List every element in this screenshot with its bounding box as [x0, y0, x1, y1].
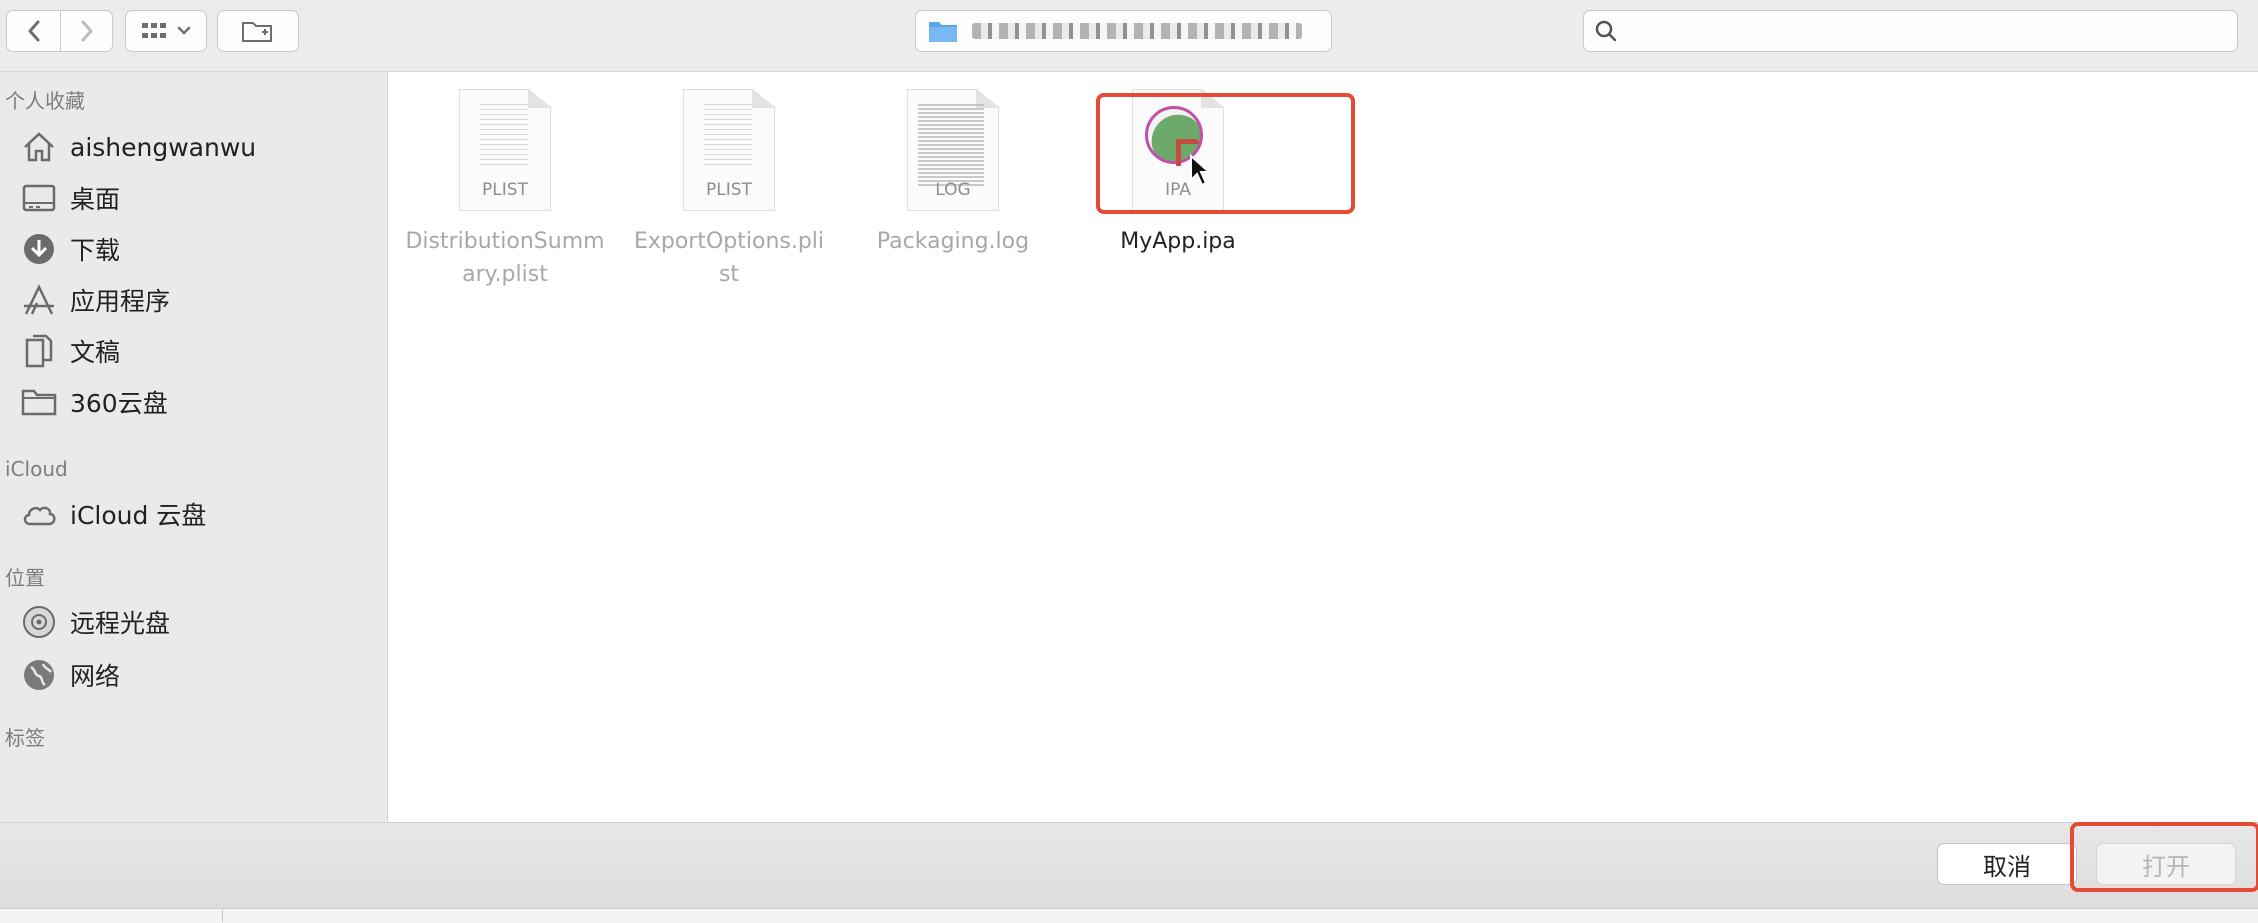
- log-document-icon: LOG: [907, 89, 999, 211]
- sidebar-item-label: 文稿: [70, 338, 121, 367]
- file-item[interactable]: PLIST ExportOptions.plist: [629, 89, 829, 291]
- grid-icon: [142, 23, 166, 38]
- sidebar-item-label: aishengwanwu: [70, 132, 257, 162]
- toolbar: [0, 0, 2258, 72]
- highlight-box-open: [2070, 822, 2258, 892]
- documents-icon: [20, 333, 58, 369]
- desktop-icon: [20, 180, 58, 216]
- sidebar-item-label: 桌面: [70, 185, 121, 214]
- disc-icon: [20, 604, 58, 640]
- sidebar-item-applications[interactable]: 应用程序: [20, 280, 170, 320]
- highlight-box-ipa: [1096, 93, 1355, 214]
- file-item[interactable]: LOG Packaging.log: [853, 89, 1053, 258]
- sidebar-item-label: 下载: [70, 236, 121, 265]
- sidebar-header-icloud: iCloud: [5, 457, 68, 481]
- file-extension-label: PLIST: [706, 180, 752, 200]
- dialog-footer: [0, 822, 2258, 922]
- chevron-left-icon: [28, 20, 39, 42]
- chevron-right-icon: [81, 20, 92, 42]
- folder-icon: [929, 22, 957, 42]
- file-name: ExportOptions.plist: [633, 229, 825, 287]
- sidebar-item-icloud-drive[interactable]: iCloud 云盘: [20, 494, 206, 534]
- applications-icon: [20, 282, 58, 318]
- download-icon: [20, 231, 58, 267]
- file-name: Packaging.log: [876, 229, 1030, 254]
- sidebar-item-documents[interactable]: 文稿: [20, 331, 120, 371]
- plist-document-icon: PLIST: [459, 89, 551, 211]
- file-name: MyApp.ipa: [1120, 229, 1236, 254]
- sidebar: 个人收藏 aishengwanwu 桌面 下载 应用程序 文稿 360云盘 iC…: [0, 72, 388, 822]
- forward-button[interactable]: [60, 10, 113, 52]
- sidebar-header-favorites: 个人收藏: [5, 89, 85, 113]
- sidebar-item-label: 360云盘: [70, 389, 168, 418]
- sidebar-item-label: 网络: [70, 662, 121, 691]
- sidebar-item-home[interactable]: aishengwanwu: [20, 127, 256, 167]
- sidebar-item-remote-disc[interactable]: 远程光盘: [20, 602, 170, 642]
- path-popup[interactable]: [915, 10, 1332, 52]
- file-name: DistributionSummary.plist: [405, 229, 605, 287]
- home-icon: [20, 129, 58, 165]
- cloud-icon: [20, 496, 58, 532]
- sidebar-item-desktop[interactable]: 桌面: [20, 178, 120, 218]
- sidebar-item-network[interactable]: 网络: [20, 655, 120, 695]
- file-item[interactable]: PLIST DistributionSummary.plist: [405, 89, 605, 291]
- search-input[interactable]: [1626, 15, 2237, 47]
- plist-document-icon: PLIST: [683, 89, 775, 211]
- file-extension-label: LOG: [935, 180, 971, 200]
- view-options-button[interactable]: [125, 10, 207, 52]
- search-field[interactable]: [1583, 10, 2238, 52]
- new-folder-button[interactable]: [217, 10, 299, 52]
- sidebar-item-label: 远程光盘: [70, 609, 171, 638]
- sidebar-header-tags: 标签: [5, 726, 45, 750]
- folder-icon: [20, 384, 58, 420]
- file-extension-label: PLIST: [482, 180, 528, 200]
- file-browser: PLIST DistributionSummary.plist PLIST Ex…: [388, 72, 2258, 822]
- back-button[interactable]: [6, 10, 61, 52]
- globe-icon: [20, 657, 58, 693]
- cancel-button[interactable]: 取消: [1937, 843, 2077, 885]
- new-folder-icon: [242, 22, 272, 42]
- search-icon: [1595, 20, 1617, 42]
- sidebar-item-label: 应用程序: [70, 287, 171, 316]
- chevron-down-icon: [177, 26, 191, 35]
- sidebar-item-360[interactable]: 360云盘: [20, 382, 168, 422]
- sidebar-header-locations: 位置: [5, 566, 45, 590]
- sidebar-item-label: iCloud 云盘: [70, 501, 207, 530]
- status-strip: [0, 908, 2258, 923]
- blurred-path-label: [972, 23, 1302, 39]
- sidebar-item-downloads[interactable]: 下载: [20, 229, 120, 269]
